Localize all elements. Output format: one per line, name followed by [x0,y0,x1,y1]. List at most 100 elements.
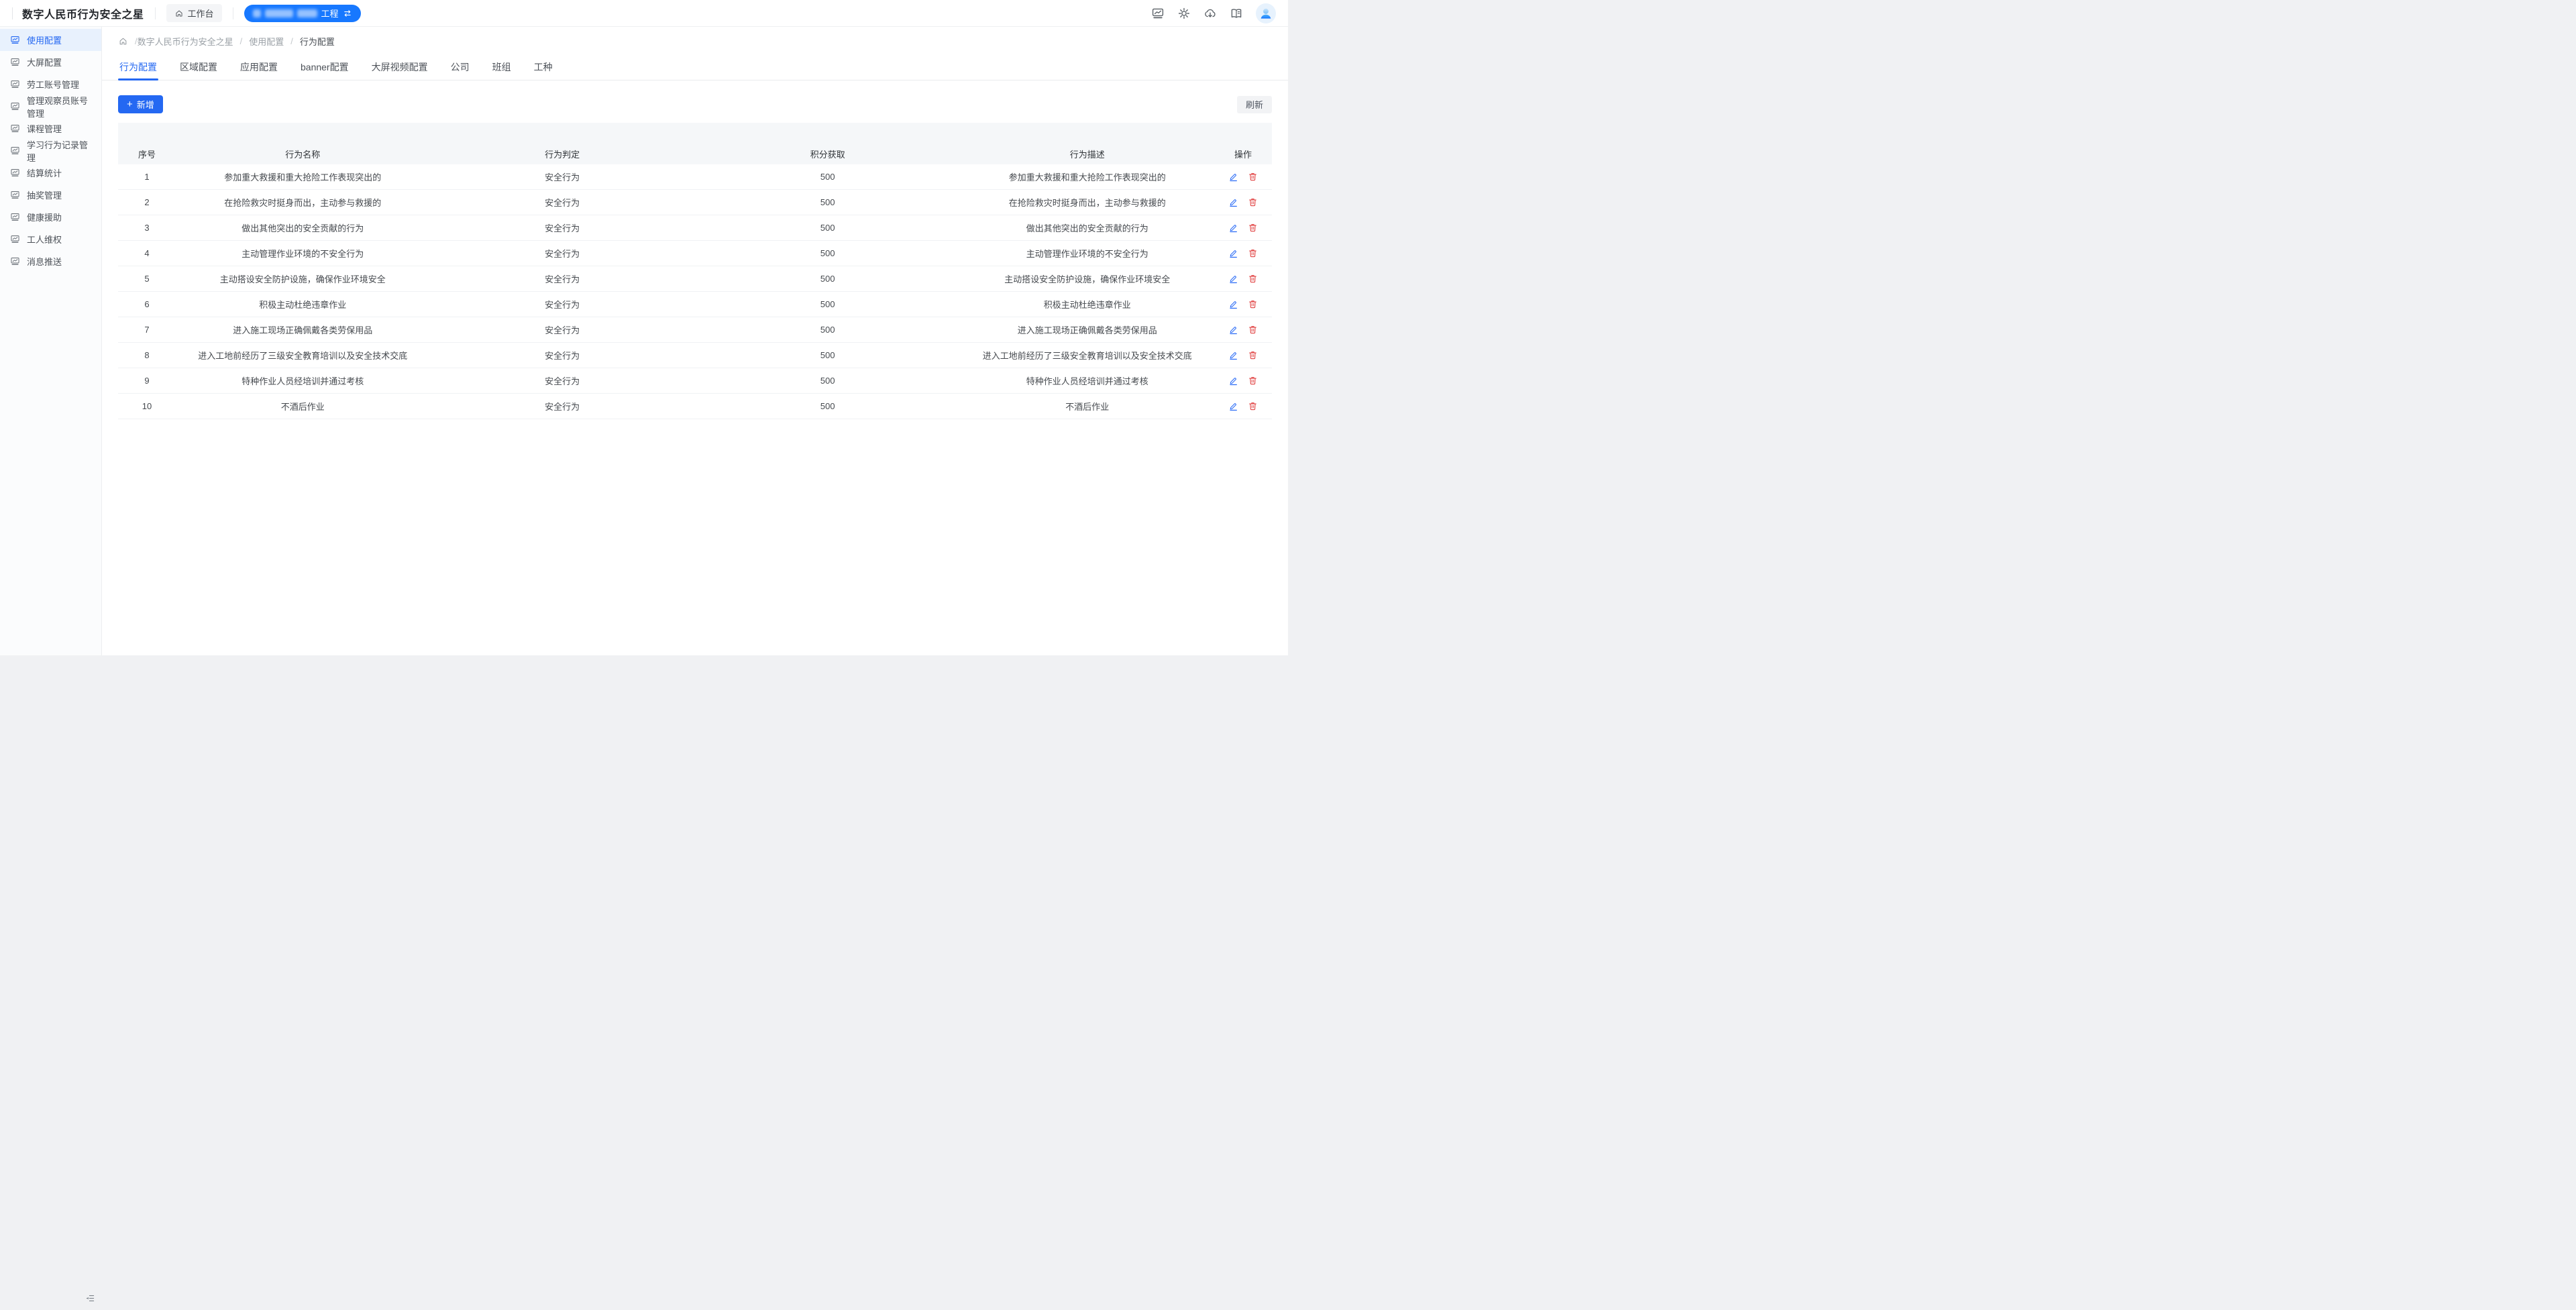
breadcrumb-home[interactable] [118,36,128,46]
edit-button[interactable] [1228,350,1238,360]
cell-points: 500 [695,172,961,182]
delete-button[interactable] [1248,299,1258,309]
edit-button[interactable] [1228,223,1238,233]
user-avatar[interactable] [1256,3,1276,23]
cell-behavior-desc: 进入工地前经历了三级安全教育培训以及安全技术交底 [961,349,1214,362]
edit-pencil-icon [1228,223,1238,233]
delete-button[interactable] [1248,401,1258,411]
delete-button[interactable] [1248,350,1258,360]
workbench-label: 工作台 [188,7,214,19]
cell-index: 10 [118,401,176,411]
cell-index: 2 [118,197,176,207]
cell-behavior-name: 做出其他突出的安全贡献的行为 [176,221,429,234]
delete-button[interactable] [1248,248,1258,258]
screen-chart-button[interactable] [1151,7,1165,20]
col-header-points: 积分获取 [695,148,961,160]
edit-button[interactable] [1228,299,1238,309]
workbench-button[interactable]: 工作台 [166,4,222,22]
delete-trash-icon [1248,299,1258,309]
cell-behavior-desc: 做出其他突出的安全贡献的行为 [961,221,1214,234]
edit-button[interactable] [1228,172,1238,182]
tab[interactable]: 班组 [491,59,513,80]
sidebar-item-label: 工人维权 [27,233,62,245]
tab[interactable]: 区域配置 [178,59,219,80]
cell-behavior-desc: 参加重大救援和重大抢险工作表现突出的 [961,170,1214,183]
sidebar-item[interactable]: 使用配置 [0,29,101,51]
tab[interactable]: 工种 [533,59,554,80]
cell-operations [1214,223,1272,233]
breadcrumb-item[interactable]: / 数字人民币行为安全之星 [128,35,233,48]
screen-chart-icon [10,146,20,156]
sidebar-item[interactable]: 工人维权 [0,228,101,250]
table-row: 1 参加重大救援和重大抢险工作表现突出的 安全行为 500 参加重大救援和重大抢… [118,164,1272,190]
screen-chart-icon [10,234,20,244]
table-row: 8 进入工地前经历了三级安全教育培训以及安全技术交底 安全行为 500 进入工地… [118,343,1272,368]
breadcrumb-item[interactable]: / 行为配置 [284,35,335,48]
cell-operations [1214,274,1272,284]
table-row: 2 在抢险救灾时挺身而出，主动参与救援的 安全行为 500 在抢险救灾时挺身而出… [118,190,1272,215]
delete-button[interactable] [1248,274,1258,284]
screen-chart-icon [10,123,20,133]
sidebar-item[interactable]: 课程管理 [0,117,101,140]
cell-index: 6 [118,299,176,309]
app-title: 数字人民币行为安全之星 [22,5,144,21]
tab-label: 班组 [492,62,511,72]
edit-button[interactable] [1228,376,1238,386]
sidebar-item-label: 使用配置 [27,34,62,46]
sidebar-item[interactable]: 健康援助 [0,206,101,228]
settings-button[interactable] [1177,7,1191,20]
edit-button[interactable] [1228,325,1238,335]
tab[interactable]: 行为配置 [118,59,158,80]
delete-button[interactable] [1248,223,1258,233]
edit-pencil-icon [1228,274,1238,284]
edit-pencil-icon [1228,376,1238,386]
project-switcher-pill[interactable]: 工程 [244,5,361,22]
sidebar-item[interactable]: 管理观察员账号管理 [0,95,101,117]
sidebar-collapse-button[interactable] [84,1292,2569,1305]
cell-operations [1214,350,1272,360]
cell-points: 500 [695,401,961,411]
edit-button[interactable] [1228,274,1238,284]
add-button[interactable]: + 新增 [118,95,163,113]
swap-arrows-icon [343,9,352,18]
sidebar-item[interactable]: 抽奖管理 [0,184,101,206]
docs-button[interactable] [1230,7,1243,20]
delete-button[interactable] [1248,376,1258,386]
cell-index: 5 [118,274,176,284]
sidebar-item[interactable]: 大屏配置 [0,51,101,73]
sidebar-item-label: 大屏配置 [27,56,62,68]
cell-points: 500 [695,325,961,335]
tab[interactable]: 公司 [449,59,471,80]
behavior-table: 序号 行为名称 行为判定 积分获取 行为描述 操作 1 参加重大救援和重大抢险工… [118,123,1272,419]
cell-operations [1214,299,1272,309]
cloud-download-button[interactable] [1203,7,1217,20]
tab[interactable]: 应用配置 [239,59,279,80]
edit-button[interactable] [1228,197,1238,207]
cell-behavior-desc: 积极主动杜绝违章作业 [961,298,1214,311]
table-row: 6 积极主动杜绝违章作业 安全行为 500 积极主动杜绝违章作业 [118,292,1272,317]
breadcrumb-separator: / [290,36,293,46]
breadcrumb-item[interactable]: / 使用配置 [233,35,284,48]
plus-icon: + [127,99,133,109]
sidebar-item[interactable]: 劳工账号管理 [0,73,101,95]
cell-points: 500 [695,248,961,258]
person-icon [1258,5,1274,21]
delete-button[interactable] [1248,172,1258,182]
sidebar-item[interactable]: 学习行为记录管理 [0,140,101,162]
edit-button[interactable] [1228,401,1238,411]
tab[interactable]: 大屏视频配置 [370,59,429,80]
delete-button[interactable] [1248,325,1258,335]
delete-button[interactable] [1248,197,1258,207]
cell-behavior-name: 积极主动杜绝违章作业 [176,298,429,311]
sidebar-item[interactable]: 结算统计 [0,162,101,184]
cell-operations [1214,376,1272,386]
sidebar-item[interactable]: 消息推送 [0,250,101,272]
refresh-button[interactable]: 刷新 [1237,96,1272,113]
delete-trash-icon [1248,376,1258,386]
edit-pencil-icon [1228,325,1238,335]
sidebar-item-label: 劳工账号管理 [27,78,79,91]
tab[interactable]: banner配置 [299,59,350,80]
redacted-text [253,9,261,17]
table-row: 4 主动管理作业环境的不安全行为 安全行为 500 主动管理作业环境的不安全行为 [118,241,1272,266]
edit-button[interactable] [1228,248,1238,258]
